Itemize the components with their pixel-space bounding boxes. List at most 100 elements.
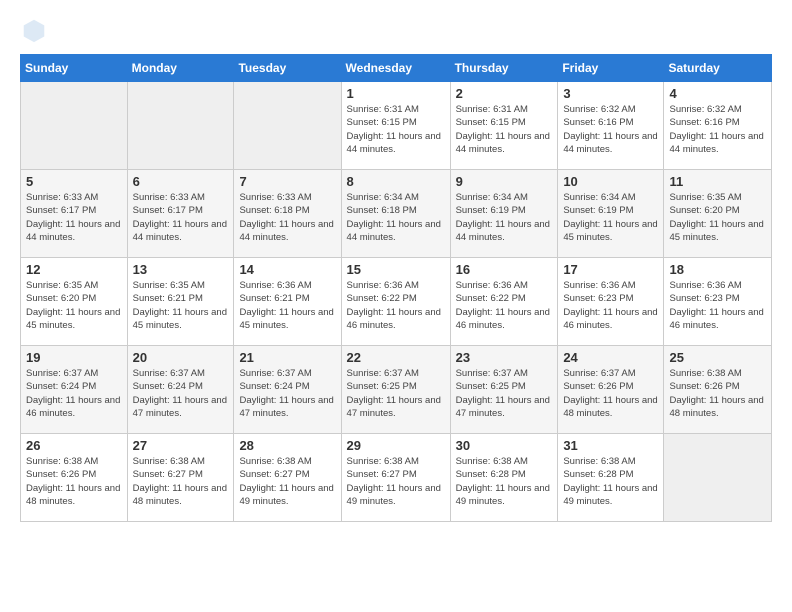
calendar-cell: 27Sunrise: 6:38 AM Sunset: 6:27 PM Dayli… <box>127 434 234 522</box>
day-number: 19 <box>26 350 122 365</box>
header <box>20 16 772 44</box>
day-number: 30 <box>456 438 553 453</box>
calendar-week-5: 26 Sunrise: 6:38 AM Sunset: 6:26 PM Dayli… <box>21 434 772 522</box>
calendar-cell: 16 Sunrise: 6:36 AM Sunset: 6:22 PM Dayli… <box>450 258 558 346</box>
day-number: 11 <box>669 174 766 189</box>
day-info: Sunrise: 6:38 AM Sunset: 6:27 PM Dayligh… <box>347 455 445 508</box>
calendar-cell: 17Sunrise: 6:36 AM Sunset: 6:23 PM Dayli… <box>558 258 664 346</box>
day-number: 28 <box>239 438 335 453</box>
day-number: 23 <box>456 350 553 365</box>
day-info: Sunrise: 6:32 AM Sunset: 6:16 PM Dayligh… <box>669 103 766 156</box>
calendar-cell: 10 Sunrise: 6:34 AM Sunset: 6:19 PM Dayli… <box>558 170 664 258</box>
day-number: 21 <box>239 350 335 365</box>
day-info: Sunrise: 6:36 AM Sunset: 6:21 PM Dayligh… <box>239 279 335 332</box>
calendar-header-wednesday: Wednesday <box>341 55 450 82</box>
day-number: 26 <box>26 438 122 453</box>
day-info: Sunrise: 6:38 AM Sunset: 6:28 PM Dayligh… <box>456 455 553 508</box>
logo-icon <box>20 16 48 44</box>
day-info: Sunrise: 6:31 AM Sunset: 6:15 PM Dayligh… <box>456 103 553 156</box>
calendar-cell: 3 Sunrise: 6:32 AM Sunset: 6:16 PM Daylig… <box>558 82 664 170</box>
calendar-cell: 5 Sunrise: 6:33 AM Sunset: 6:17 PM Daylig… <box>21 170 128 258</box>
day-info: Sunrise: 6:32 AM Sunset: 6:16 PM Dayligh… <box>563 103 658 156</box>
calendar-header-friday: Friday <box>558 55 664 82</box>
calendar-cell: 6Sunrise: 6:33 AM Sunset: 6:17 PM Daylig… <box>127 170 234 258</box>
calendar-cell <box>21 82 128 170</box>
calendar-header-saturday: Saturday <box>664 55 772 82</box>
day-number: 13 <box>133 262 229 277</box>
calendar-week-2: 5 Sunrise: 6:33 AM Sunset: 6:17 PM Daylig… <box>21 170 772 258</box>
calendar-cell: 9Sunrise: 6:34 AM Sunset: 6:19 PM Daylig… <box>450 170 558 258</box>
day-info: Sunrise: 6:34 AM Sunset: 6:19 PM Dayligh… <box>563 191 658 244</box>
day-info: Sunrise: 6:33 AM Sunset: 6:17 PM Dayligh… <box>26 191 122 244</box>
calendar-cell: 28Sunrise: 6:38 AM Sunset: 6:27 PM Dayli… <box>234 434 341 522</box>
day-info: Sunrise: 6:38 AM Sunset: 6:26 PM Dayligh… <box>26 455 122 508</box>
day-number: 8 <box>347 174 445 189</box>
calendar-cell: 29 Sunrise: 6:38 AM Sunset: 6:27 PM Dayli… <box>341 434 450 522</box>
day-info: Sunrise: 6:36 AM Sunset: 6:22 PM Dayligh… <box>347 279 445 332</box>
calendar-cell: 20 Sunrise: 6:37 AM Sunset: 6:24 PM Dayli… <box>127 346 234 434</box>
calendar-cell: 8Sunrise: 6:34 AM Sunset: 6:18 PM Daylig… <box>341 170 450 258</box>
day-info: Sunrise: 6:37 AM Sunset: 6:25 PM Dayligh… <box>347 367 445 420</box>
day-number: 5 <box>26 174 122 189</box>
logo <box>20 16 52 44</box>
day-info: Sunrise: 6:33 AM Sunset: 6:17 PM Dayligh… <box>133 191 229 244</box>
day-info: Sunrise: 6:37 AM Sunset: 6:25 PM Dayligh… <box>456 367 553 420</box>
day-info: Sunrise: 6:35 AM Sunset: 6:20 PM Dayligh… <box>26 279 122 332</box>
calendar-cell <box>664 434 772 522</box>
day-info: Sunrise: 6:35 AM Sunset: 6:21 PM Dayligh… <box>133 279 229 332</box>
calendar-cell: 23 Sunrise: 6:37 AM Sunset: 6:25 PM Dayli… <box>450 346 558 434</box>
calendar-cell: 30 Sunrise: 6:38 AM Sunset: 6:28 PM Dayli… <box>450 434 558 522</box>
calendar-cell: 19Sunrise: 6:37 AM Sunset: 6:24 PM Dayli… <box>21 346 128 434</box>
calendar-header-monday: Monday <box>127 55 234 82</box>
calendar-cell: 25 Sunrise: 6:38 AM Sunset: 6:26 PM Dayli… <box>664 346 772 434</box>
calendar-header-row: SundayMondayTuesdayWednesdayThursdayFrid… <box>21 55 772 82</box>
calendar-week-3: 12 Sunrise: 6:35 AM Sunset: 6:20 PM Dayli… <box>21 258 772 346</box>
day-number: 20 <box>133 350 229 365</box>
day-info: Sunrise: 6:36 AM Sunset: 6:22 PM Dayligh… <box>456 279 553 332</box>
calendar-cell: 4 Sunrise: 6:32 AM Sunset: 6:16 PM Daylig… <box>664 82 772 170</box>
day-number: 27 <box>133 438 229 453</box>
day-number: 9 <box>456 174 553 189</box>
calendar-header-thursday: Thursday <box>450 55 558 82</box>
day-info: Sunrise: 6:37 AM Sunset: 6:26 PM Dayligh… <box>563 367 658 420</box>
day-number: 16 <box>456 262 553 277</box>
day-info: Sunrise: 6:38 AM Sunset: 6:28 PM Dayligh… <box>563 455 658 508</box>
calendar-cell: 7 Sunrise: 6:33 AM Sunset: 6:18 PM Daylig… <box>234 170 341 258</box>
day-info: Sunrise: 6:31 AM Sunset: 6:15 PM Dayligh… <box>347 103 445 156</box>
calendar-table: SundayMondayTuesdayWednesdayThursdayFrid… <box>20 54 772 522</box>
calendar-cell: 31 Sunrise: 6:38 AM Sunset: 6:28 PM Dayli… <box>558 434 664 522</box>
day-number: 14 <box>239 262 335 277</box>
day-number: 31 <box>563 438 658 453</box>
calendar-cell: 12 Sunrise: 6:35 AM Sunset: 6:20 PM Dayli… <box>21 258 128 346</box>
calendar-cell: 11Sunrise: 6:35 AM Sunset: 6:20 PM Dayli… <box>664 170 772 258</box>
day-number: 29 <box>347 438 445 453</box>
day-number: 1 <box>347 86 445 101</box>
calendar-cell: 13 Sunrise: 6:35 AM Sunset: 6:21 PM Dayli… <box>127 258 234 346</box>
calendar-cell: 1 Sunrise: 6:31 AM Sunset: 6:15 PM Daylig… <box>341 82 450 170</box>
calendar-header-tuesday: Tuesday <box>234 55 341 82</box>
calendar-week-4: 19 Sunrise: 6:37 AM Sunset: 6:24 PM Dayli… <box>21 346 772 434</box>
calendar-week-1: 1 Sunrise: 6:31 AM Sunset: 6:15 PM Daylig… <box>21 82 772 170</box>
calendar-cell <box>127 82 234 170</box>
day-number: 25 <box>669 350 766 365</box>
calendar-cell: 24Sunrise: 6:37 AM Sunset: 6:26 PM Dayli… <box>558 346 664 434</box>
calendar-cell: 26 Sunrise: 6:38 AM Sunset: 6:26 PM Dayli… <box>21 434 128 522</box>
calendar-cell: 18Sunrise: 6:36 AM Sunset: 6:23 PM Dayli… <box>664 258 772 346</box>
day-info: Sunrise: 6:33 AM Sunset: 6:18 PM Dayligh… <box>239 191 335 244</box>
day-number: 3 <box>563 86 658 101</box>
day-number: 4 <box>669 86 766 101</box>
calendar-cell: 21Sunrise: 6:37 AM Sunset: 6:24 PM Dayli… <box>234 346 341 434</box>
calendar-cell <box>234 82 341 170</box>
day-number: 22 <box>347 350 445 365</box>
calendar-cell: 2 Sunrise: 6:31 AM Sunset: 6:15 PM Daylig… <box>450 82 558 170</box>
day-number: 10 <box>563 174 658 189</box>
day-number: 12 <box>26 262 122 277</box>
day-number: 7 <box>239 174 335 189</box>
day-number: 2 <box>456 86 553 101</box>
calendar-cell: 14 Sunrise: 6:36 AM Sunset: 6:21 PM Dayli… <box>234 258 341 346</box>
calendar-header-sunday: Sunday <box>21 55 128 82</box>
calendar-cell: 15Sunrise: 6:36 AM Sunset: 6:22 PM Dayli… <box>341 258 450 346</box>
day-info: Sunrise: 6:38 AM Sunset: 6:26 PM Dayligh… <box>669 367 766 420</box>
day-info: Sunrise: 6:37 AM Sunset: 6:24 PM Dayligh… <box>133 367 229 420</box>
calendar-cell: 22 Sunrise: 6:37 AM Sunset: 6:25 PM Dayli… <box>341 346 450 434</box>
